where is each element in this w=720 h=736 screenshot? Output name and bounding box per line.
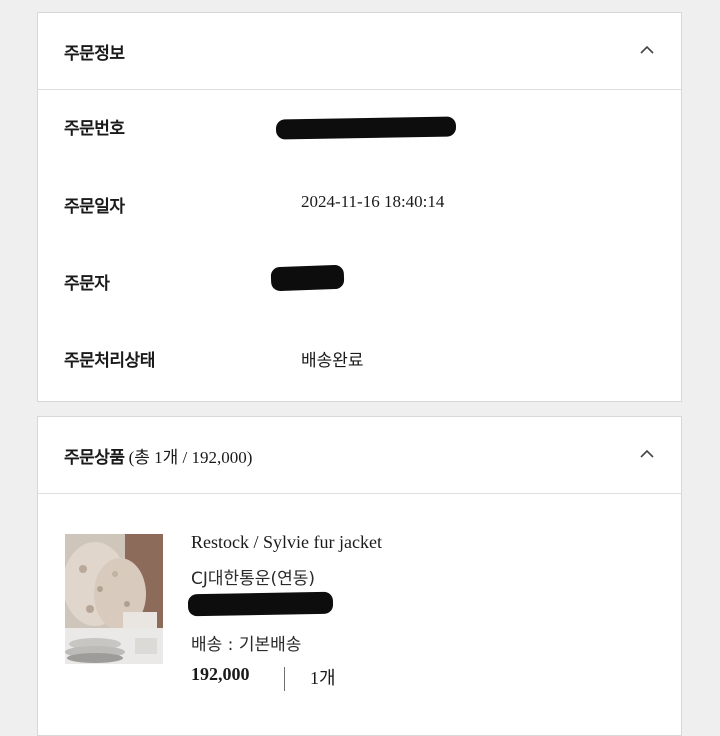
- product-shipping: 배송 : 기본배송: [191, 635, 302, 655]
- order-date-label: 주문일자: [64, 197, 125, 217]
- order-info-title: 주문정보: [64, 44, 125, 64]
- order-info-header[interactable]: 주문정보: [38, 13, 681, 90]
- order-info-panel: 주문정보 주문번호 주문일자 2024-11-16 18:40:14 주문자 주…: [37, 12, 682, 402]
- product-thumbnail[interactable]: [65, 534, 163, 664]
- orderer-label: 주문자: [64, 274, 110, 294]
- order-items-header[interactable]: 주문상품 (총 1개 / 192,000): [38, 417, 681, 494]
- order-date-value: 2024-11-16 18:40:14: [301, 192, 445, 211]
- product-name[interactable]: Restock / Sylvie fur jacket: [191, 532, 382, 553]
- order-number-redaction: [275, 116, 457, 140]
- orderer-row: 주문자: [64, 264, 661, 299]
- order-date-row: 주문일자 2024-11-16 18:40:14: [64, 192, 661, 222]
- order-items-panel: 주문상품 (총 1개 / 192,000) Restock / Sylvie fu…: [37, 416, 682, 736]
- product-price: 192,000: [191, 664, 250, 684]
- orderer-redaction: [270, 264, 345, 292]
- order-items-title-text: 주문상품: [64, 448, 125, 468]
- chevron-up-icon[interactable]: [637, 444, 657, 464]
- product-quantity: 1개: [310, 668, 336, 688]
- order-items-summary: (총 1개 / 192,000): [128, 448, 253, 467]
- order-items-title: 주문상품 (총 1개 / 192,000): [64, 443, 252, 468]
- tracking-redaction: [187, 591, 334, 617]
- price-quantity-divider: [284, 667, 285, 691]
- order-status-row: 주문처리상태 배송완료: [64, 346, 661, 376]
- chevron-up-icon[interactable]: [637, 40, 657, 60]
- order-number-row: 주문번호: [64, 114, 661, 144]
- order-status-value: 배송완료: [301, 351, 364, 371]
- order-number-label: 주문번호: [64, 119, 125, 139]
- order-status-label: 주문처리상태: [64, 351, 155, 371]
- product-carrier: CJ대한통운(연동): [191, 569, 315, 589]
